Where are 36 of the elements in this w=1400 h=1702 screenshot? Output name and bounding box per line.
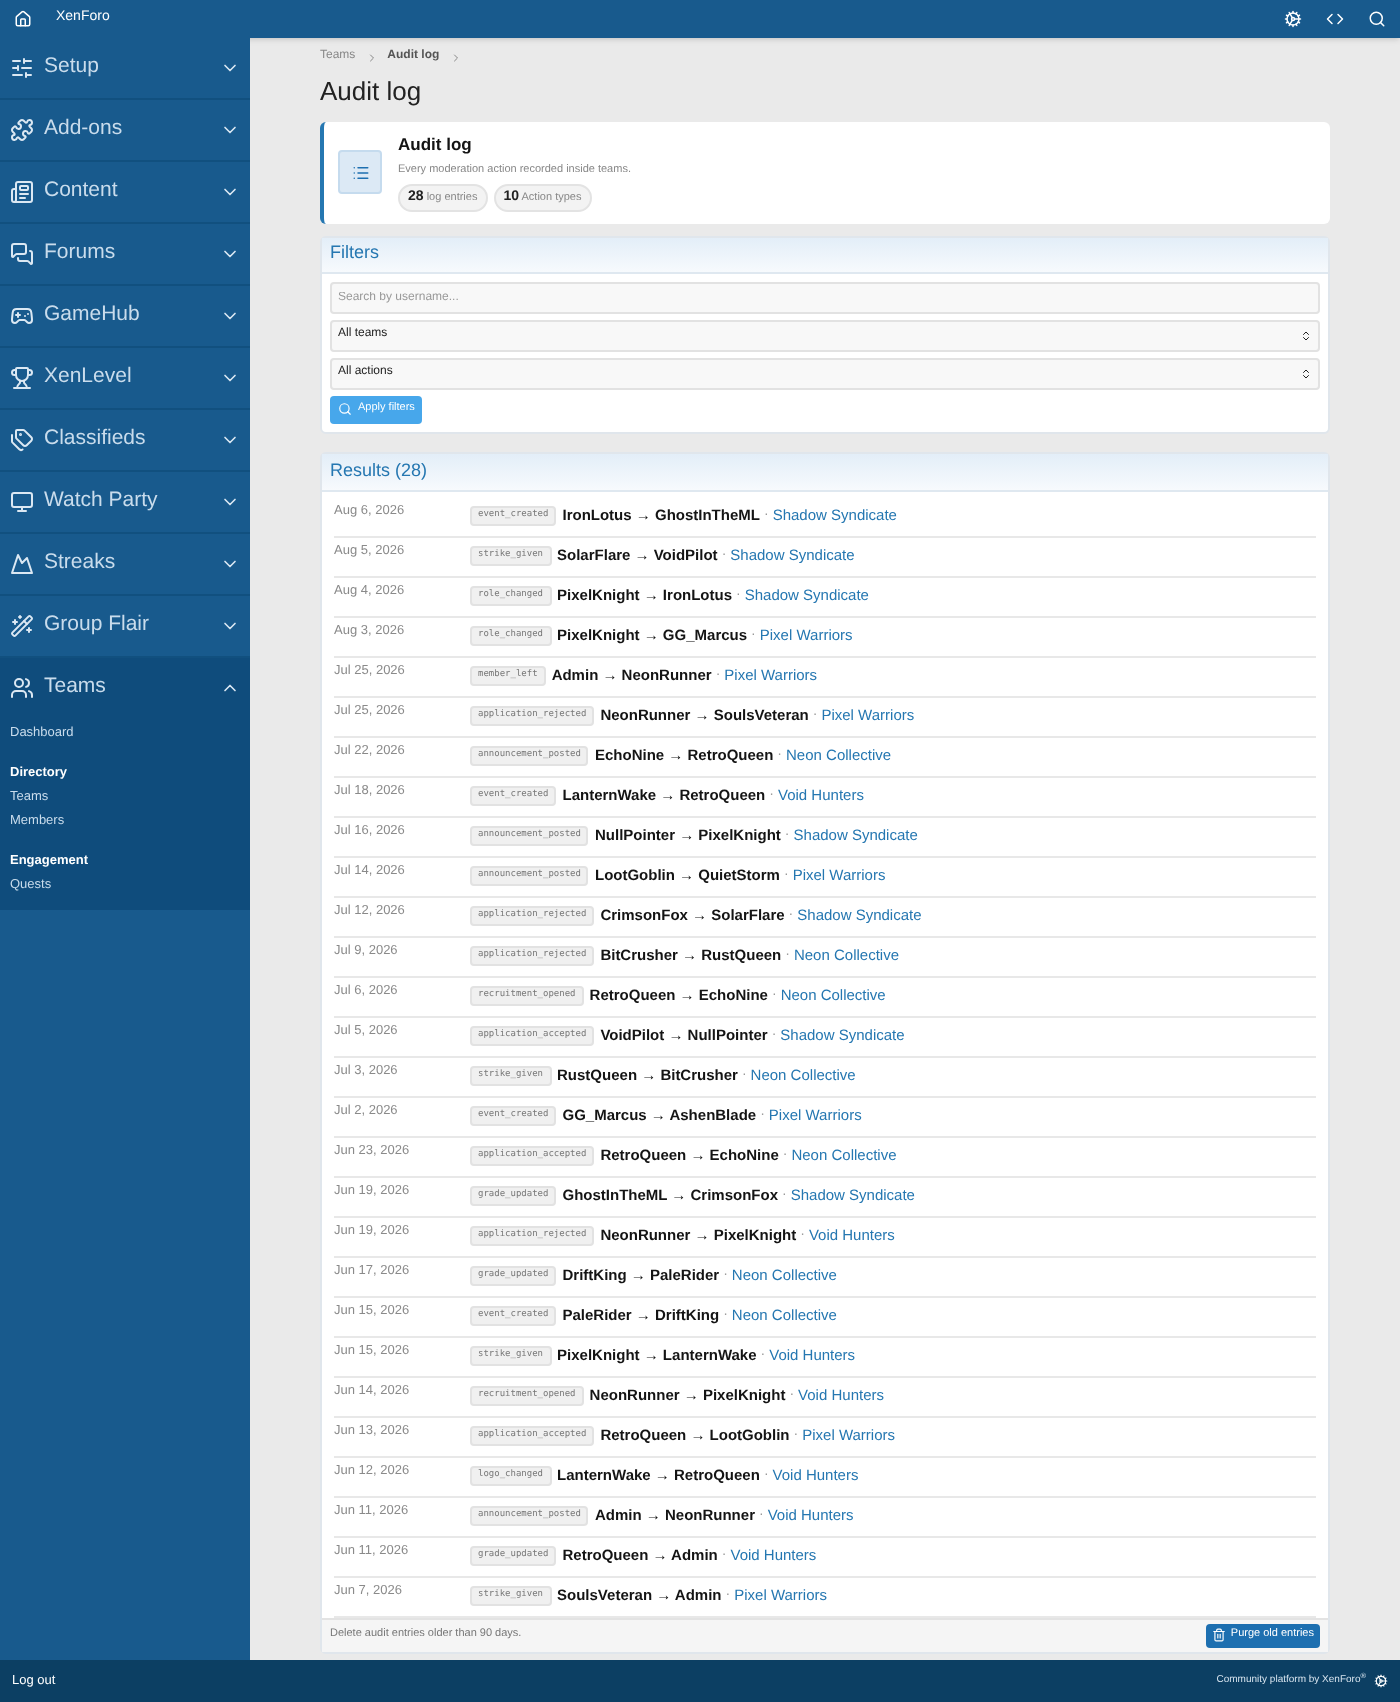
gear-icon[interactable] [1374, 1674, 1388, 1688]
code-icon[interactable] [1326, 10, 1344, 28]
sliders-icon [10, 56, 34, 80]
search-icon [338, 402, 352, 416]
puzzle-icon [10, 118, 34, 142]
home-icon[interactable] [14, 10, 32, 28]
newspaper-icon [10, 180, 34, 204]
sidebar-item[interactable]: Add-ons [0, 100, 250, 160]
trash-icon [1212, 1628, 1227, 1642]
settings-icon[interactable] [1284, 10, 1302, 28]
sidebar-item[interactable]: Forums [0, 224, 250, 284]
sidebar-item[interactable]: GameHub [0, 286, 250, 346]
mountain-icon [10, 552, 34, 576]
monitor-icon [10, 490, 34, 514]
sidebar-item[interactable]: Teams [0, 658, 250, 718]
tags-icon [10, 428, 34, 452]
summary-title: Audit log [398, 131, 474, 157]
sidebar-item[interactable]: Watch Party [0, 472, 250, 532]
list-icon [351, 163, 369, 181]
panel-title: Results (28) [330, 457, 428, 484]
trophy-icon [10, 366, 34, 390]
sidebar-item[interactable]: XenLevel [0, 348, 250, 408]
users-icon [10, 676, 34, 700]
panel-title: Filters [330, 240, 379, 267]
sidebar-item[interactable]: Classifieds [0, 410, 250, 470]
chat-bubbles-icon [10, 242, 34, 266]
sidebar-item[interactable]: Streaks [0, 534, 250, 594]
gamepad-icon [10, 304, 34, 328]
chevron-icon [449, 51, 462, 63]
sidebar-item[interactable]: Setup [0, 38, 250, 98]
sidebar-item[interactable]: Group Flair [0, 596, 250, 656]
chevron-icon [365, 51, 378, 63]
wand-icon [10, 614, 34, 638]
search-icon[interactable] [1368, 10, 1386, 28]
sidebar-item[interactable]: Content [0, 162, 250, 222]
page-title: Audit log [320, 74, 424, 110]
